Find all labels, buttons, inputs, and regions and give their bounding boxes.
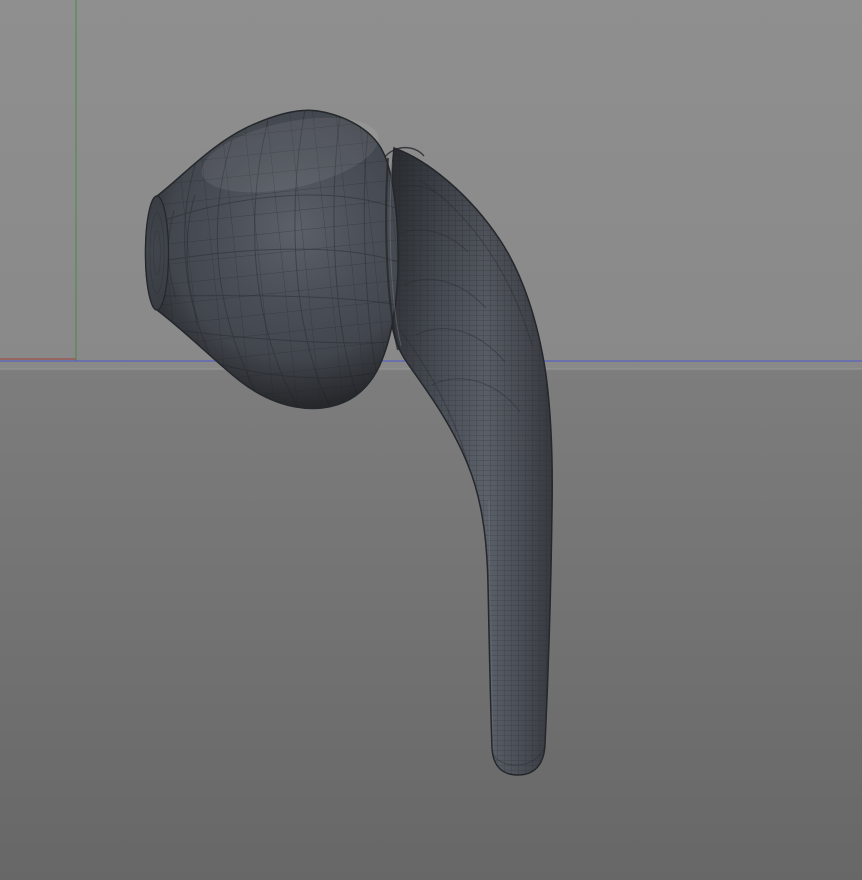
stem-shading (389, 148, 553, 775)
ear-tip-cap (144, 195, 170, 311)
head-mesh (144, 109, 402, 410)
viewport-3d[interactable] (0, 0, 862, 880)
scene-canvas (0, 0, 862, 790)
stem-mesh (383, 146, 553, 776)
earbud-model[interactable] (130, 90, 570, 790)
